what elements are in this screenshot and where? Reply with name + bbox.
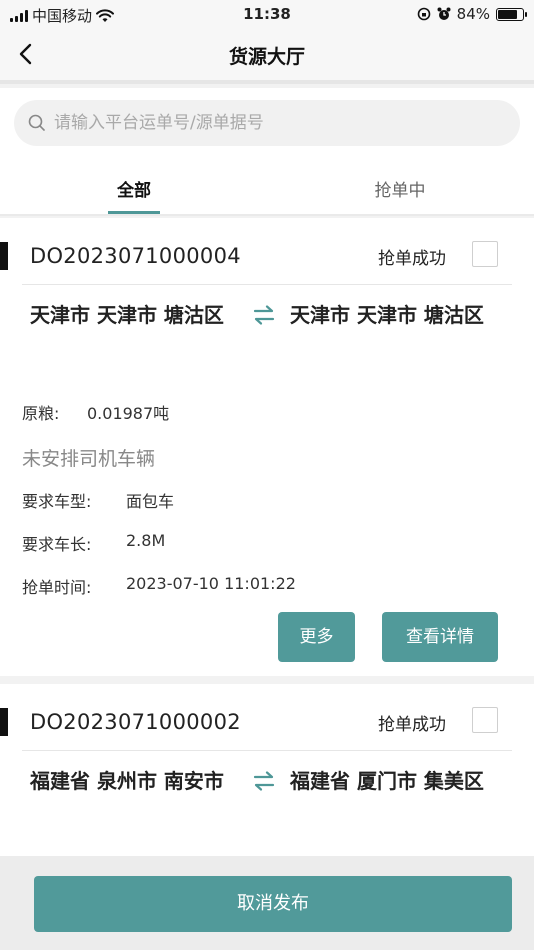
battery-fill bbox=[498, 9, 517, 19]
order-marker bbox=[0, 242, 8, 270]
cargo-label: 原粮: bbox=[22, 404, 60, 423]
order-number: DO2023071000004 bbox=[30, 244, 241, 268]
battery-icon bbox=[496, 7, 527, 21]
cargo-value: 0.01987吨 bbox=[87, 404, 170, 423]
page-title: 货源大厅 bbox=[228, 46, 305, 68]
footer: 取消发布 bbox=[0, 856, 534, 950]
order-number: DO2023071000002 bbox=[30, 710, 241, 734]
tab-bar: 全部 抢单中 bbox=[0, 158, 534, 216]
order-marker bbox=[0, 708, 8, 736]
vehicle-type-value: 面包车 bbox=[126, 492, 175, 511]
battery-percent: 84% bbox=[456, 5, 490, 23]
tab-all[interactable]: 全部 bbox=[54, 176, 214, 201]
route-destination: 福建省 厦门市 集美区 bbox=[290, 769, 484, 793]
view-detail-button[interactable]: 查看详情 bbox=[382, 612, 498, 662]
driver-note: 未安排司机车辆 bbox=[22, 448, 156, 470]
search-box[interactable] bbox=[14, 100, 520, 146]
route-origin: 天津市 天津市 塘沽区 bbox=[30, 303, 224, 327]
swap-arrows-icon bbox=[253, 771, 275, 791]
rotation-lock-icon bbox=[417, 7, 430, 21]
more-button[interactable]: 更多 bbox=[278, 612, 355, 662]
search-input[interactable] bbox=[54, 113, 494, 133]
vehicle-length-value: 2.8M bbox=[126, 531, 166, 550]
grab-time-value: 2023-07-10 11:01:22 bbox=[126, 574, 296, 593]
order-status: 抢单成功 bbox=[378, 715, 446, 735]
route-destination: 天津市 天津市 塘沽区 bbox=[290, 303, 484, 327]
route-origin: 福建省 泉州市 南安市 bbox=[30, 769, 224, 793]
nav-bar: 货源大厅 bbox=[0, 28, 534, 84]
order-checkbox[interactable] bbox=[472, 707, 498, 733]
search-icon bbox=[28, 114, 45, 131]
swap-arrows-icon bbox=[253, 305, 275, 325]
order-checkbox[interactable] bbox=[472, 241, 498, 267]
tab-indicator bbox=[108, 211, 160, 214]
order-card: DO2023071000004 抢单成功 天津市 天津市 塘沽区 天津市 天津市… bbox=[0, 218, 534, 676]
divider bbox=[22, 284, 512, 285]
cancel-publish-button[interactable]: 取消发布 bbox=[34, 876, 512, 932]
order-card: DO2023071000002 抢单成功 福建省 泉州市 南安市 福建省 厦门市… bbox=[0, 684, 534, 856]
tab-grabbing[interactable]: 抢单中 bbox=[320, 176, 480, 201]
vehicle-type-label: 要求车型: bbox=[22, 492, 92, 511]
order-status: 抢单成功 bbox=[378, 249, 446, 269]
alarm-icon bbox=[437, 7, 451, 20]
status-bar: 中国移动 11:38 84% bbox=[0, 0, 534, 28]
vehicle-length-label: 要求车长: bbox=[22, 535, 92, 554]
status-right: 84% bbox=[417, 5, 527, 23]
grab-time-label: 抢单时间: bbox=[22, 578, 92, 597]
search-section bbox=[0, 88, 534, 158]
divider bbox=[22, 750, 512, 751]
